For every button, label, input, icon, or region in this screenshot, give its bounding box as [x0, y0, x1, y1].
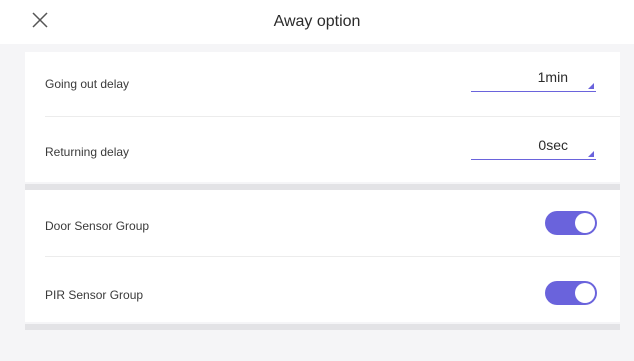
- going-out-delay-row: Going out delay 1min: [25, 52, 620, 116]
- header-bar: Away option: [0, 0, 634, 44]
- toggle-knob: [575, 213, 595, 233]
- going-out-delay-label: Going out delay: [45, 77, 130, 91]
- pir-sensor-group-toggle[interactable]: [545, 281, 597, 305]
- returning-delay-select[interactable]: 0sec: [471, 137, 596, 160]
- door-sensor-group-toggle[interactable]: [545, 211, 597, 235]
- pir-sensor-group-label: PIR Sensor Group: [45, 288, 144, 302]
- dropdown-corner-icon: [588, 83, 594, 89]
- section-separator: [25, 324, 620, 330]
- toggle-knob: [575, 283, 595, 303]
- door-sensor-group-label: Door Sensor Group: [45, 219, 150, 233]
- door-sensor-group-row: Door Sensor Group: [25, 190, 620, 256]
- pir-sensor-group-row: PIR Sensor Group: [25, 257, 620, 322]
- sensor-groups-section: Door Sensor Group PIR Sensor Group: [25, 190, 620, 322]
- going-out-delay-select[interactable]: 1min: [471, 69, 596, 92]
- returning-delay-row: Returning delay 0sec: [25, 117, 620, 182]
- going-out-delay-value: 1min: [537, 69, 568, 85]
- returning-delay-value: 0sec: [538, 137, 568, 153]
- dropdown-corner-icon: [588, 151, 594, 157]
- page-title: Away option: [273, 13, 361, 30]
- returning-delay-label: Returning delay: [45, 145, 130, 159]
- delay-settings-section: Going out delay 1min Returning delay 0se…: [25, 52, 620, 182]
